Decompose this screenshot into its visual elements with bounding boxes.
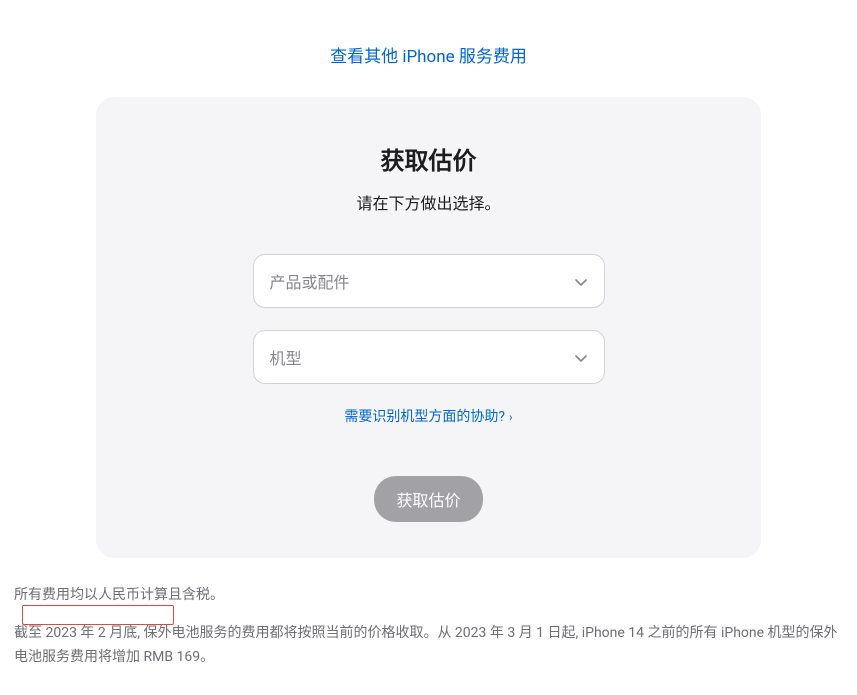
footnote-line-1: 所有费用均以人民币计算且含税。 (14, 584, 843, 608)
card-title: 获取估价 (136, 141, 721, 176)
product-select[interactable]: 产品或配件 (253, 254, 605, 308)
product-select-wrap: 产品或配件 (253, 254, 605, 308)
footnote-line-2: 截至 2023 年 2 月底, 保外电池服务的费用都将按照当前的价格收取。从 2… (14, 622, 843, 670)
chevron-down-icon (574, 350, 588, 364)
help-link-text: 需要识别机型方面的协助? (344, 409, 505, 425)
help-link-container: 需要识别机型方面的协助? › (136, 406, 721, 426)
identify-model-help-link[interactable]: 需要识别机型方面的协助? › (344, 409, 512, 425)
estimate-card: 获取估价 请在下方做出选择。 产品或配件 机型 需要识别机型方面的协助? › (96, 97, 761, 558)
model-select-placeholder: 机型 (270, 345, 302, 369)
top-link-container: 查看其他 iPhone 服务费用 (12, 42, 845, 67)
footnotes: 所有费用均以人民币计算且含税。 截至 2023 年 2 月底, 保外电池服务的费… (12, 584, 845, 669)
view-other-fees-link[interactable]: 查看其他 iPhone 服务费用 (330, 47, 527, 67)
chevron-right-icon: › (509, 410, 513, 424)
model-select[interactable]: 机型 (253, 330, 605, 384)
model-select-wrap: 机型 (253, 330, 605, 384)
card-subtitle: 请在下方做出选择。 (136, 190, 721, 214)
chevron-down-icon (574, 274, 588, 288)
product-select-placeholder: 产品或配件 (270, 269, 350, 293)
get-estimate-button[interactable]: 获取估价 (374, 476, 482, 522)
